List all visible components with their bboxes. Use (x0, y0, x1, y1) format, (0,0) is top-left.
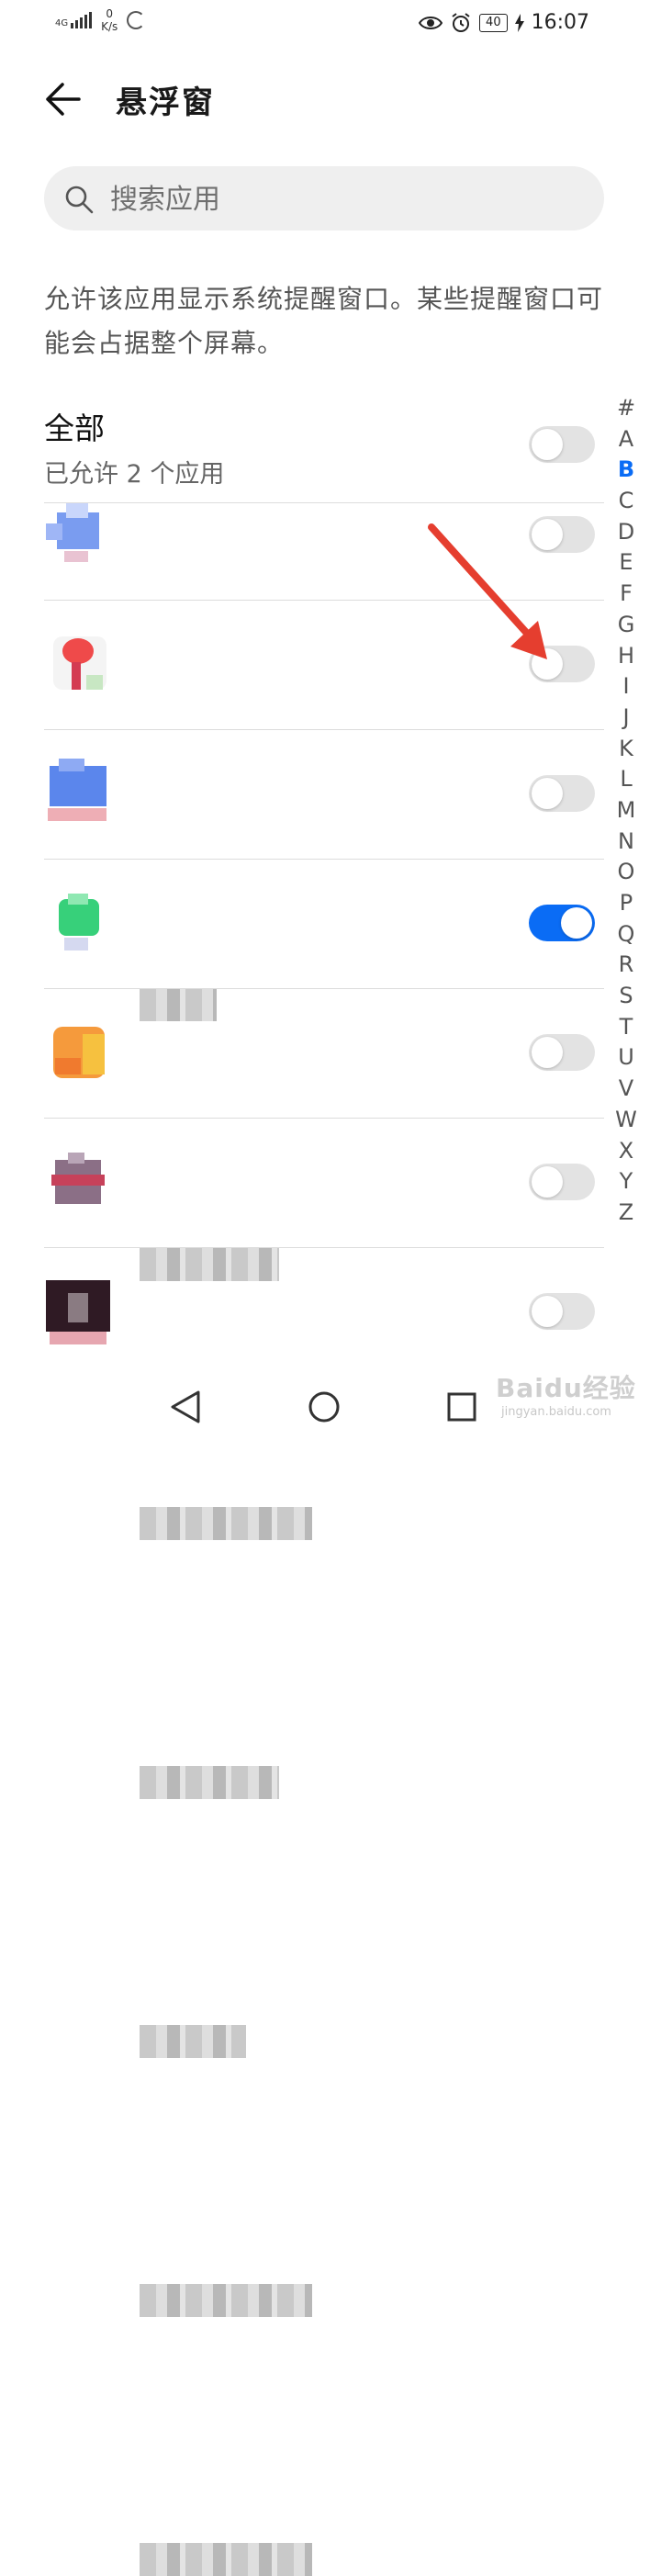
search-icon (65, 186, 94, 214)
index-letter[interactable]: N (610, 827, 643, 858)
index-letter[interactable]: O (610, 857, 643, 888)
watermark: Baidu经验 jingyan.baidu.com (496, 1368, 636, 1419)
speed-unit: K/s (101, 20, 118, 33)
index-letter[interactable]: H (610, 641, 643, 672)
index-letter[interactable]: M (610, 795, 643, 827)
index-letter[interactable]: B (610, 455, 643, 486)
toggle-knob (532, 1296, 563, 1327)
app-toggle[interactable] (529, 1164, 595, 1200)
app-toggle[interactable] (529, 1293, 595, 1330)
index-letter[interactable]: K (610, 734, 643, 765)
status-right: 40 16:07 (419, 11, 589, 34)
index-letter[interactable]: L (610, 764, 643, 795)
app-name (140, 2543, 312, 2576)
triangle-back-icon (171, 1390, 200, 1423)
toggle-knob (532, 1166, 563, 1198)
sync-icon (127, 11, 146, 29)
nav-recents-button[interactable] (434, 1379, 489, 1434)
signal-bars-icon (71, 12, 93, 28)
search-input[interactable] (108, 177, 589, 221)
circle-home-icon (308, 1391, 340, 1423)
app-row[interactable] (0, 729, 606, 1540)
app-icon (46, 1280, 110, 1344)
index-letter[interactable]: I (610, 671, 643, 703)
app-icon (46, 894, 110, 958)
app-row[interactable] (0, 859, 606, 1799)
nav-home-button[interactable] (297, 1379, 352, 1434)
app-row[interactable] (0, 1247, 606, 2576)
network-speed: 0 K/s (101, 7, 118, 33)
network-type: 4G (55, 18, 69, 28)
status-left: 4G 0 K/s (55, 7, 146, 33)
alarm-icon (452, 12, 470, 32)
app-row[interactable] (0, 988, 606, 2058)
toggle-knob (561, 907, 592, 939)
toggle-knob (532, 1037, 563, 1068)
watermark-logo: Baidu经验 (496, 1373, 636, 1403)
index-letter[interactable]: D (610, 517, 643, 548)
square-recents-icon (447, 1392, 476, 1422)
app-icon (46, 503, 110, 568)
index-letter[interactable]: C (610, 486, 643, 517)
app-icon (46, 1021, 110, 1086)
alphabet-index[interactable]: # A B C D E F G H I J K L M N O P Q R S T U V W X Y Z (610, 393, 643, 1229)
clock: 16:07 (531, 11, 589, 34)
all-apps-toggle[interactable] (529, 426, 595, 463)
battery-level: 40 (479, 13, 508, 32)
back-button[interactable] (42, 79, 86, 119)
app-toggle[interactable] (529, 1034, 595, 1071)
index-letter[interactable]: F (610, 579, 643, 610)
index-letter[interactable]: E (610, 547, 643, 579)
annotation-arrow-icon (428, 523, 547, 659)
index-letter[interactable]: S (610, 981, 643, 1012)
index-letter[interactable]: A (610, 424, 643, 456)
app-bar: 悬浮窗 (0, 66, 661, 130)
status-bar: 4G 0 K/s 40 16:07 (0, 0, 661, 48)
index-letter[interactable]: R (610, 950, 643, 981)
app-name (140, 1507, 312, 1540)
app-icon (46, 631, 110, 695)
index-letter[interactable]: T (610, 1012, 643, 1043)
app-icon (46, 759, 110, 823)
index-letter[interactable]: V (610, 1074, 643, 1105)
toggle-knob (532, 429, 563, 460)
index-letter[interactable]: W (610, 1105, 643, 1136)
index-letter[interactable]: U (610, 1042, 643, 1074)
index-letter[interactable]: Z (610, 1198, 643, 1229)
page-title: 悬浮窗 (116, 84, 215, 121)
index-letter[interactable]: Y (610, 1166, 643, 1198)
back-arrow-icon (46, 83, 81, 116)
description-text: 允许该应用显示系统提醒窗口。某些提醒窗口可能会占据整个屏幕。 (44, 284, 604, 358)
app-name (140, 2025, 246, 2058)
index-letter[interactable]: # (610, 393, 643, 424)
app-name (140, 1766, 279, 1799)
watermark-url: jingyan.baidu.com (501, 1405, 611, 1419)
app-name (140, 2284, 312, 2317)
nav-back-button[interactable] (158, 1379, 213, 1434)
app-toggle[interactable] (529, 905, 595, 941)
eye-icon (419, 16, 443, 29)
toggle-knob (532, 778, 563, 809)
index-letter[interactable]: X (610, 1136, 643, 1167)
index-letter[interactable]: G (610, 610, 643, 641)
index-letter[interactable]: Q (610, 919, 643, 951)
all-apps-title: 全部 (44, 411, 105, 446)
index-letter[interactable]: J (610, 703, 643, 734)
speed-value: 0 (106, 7, 114, 20)
app-icon (46, 1153, 110, 1217)
index-letter[interactable]: P (610, 888, 643, 919)
app-row[interactable] (0, 1118, 606, 2317)
signal-indicator: 4G (55, 12, 93, 28)
search-bar[interactable] (44, 166, 604, 231)
app-toggle[interactable] (529, 775, 595, 812)
charging-icon (514, 13, 524, 32)
